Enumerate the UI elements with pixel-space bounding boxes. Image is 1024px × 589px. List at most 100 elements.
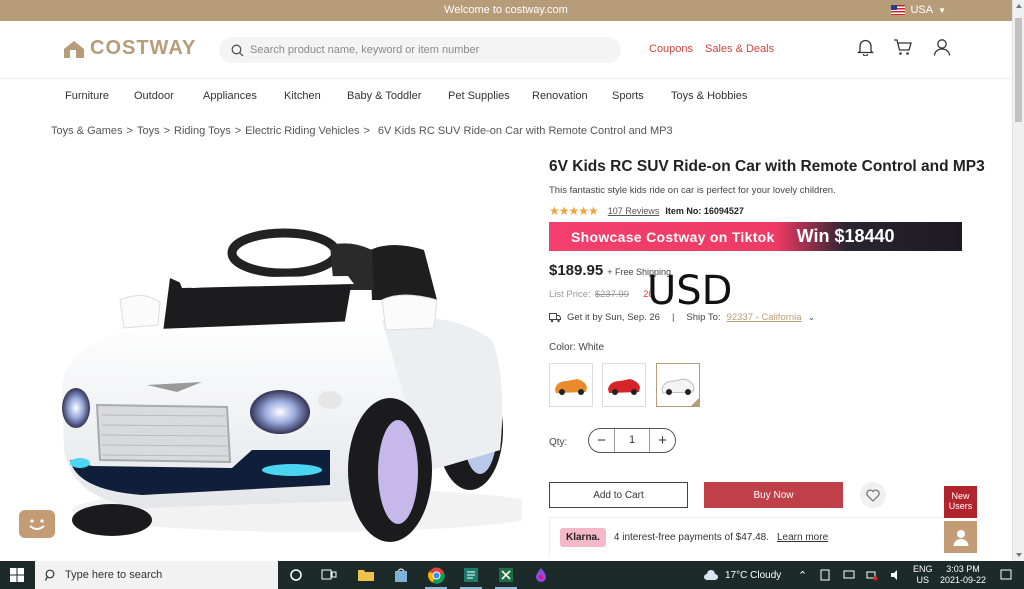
language-indicator[interactable]: ENG US	[913, 561, 933, 589]
nav-pet-supplies[interactable]: Pet Supplies	[448, 90, 510, 102]
logo-text: COSTWAY	[90, 37, 197, 59]
site-header: COSTWAY Coupons Sales & Deals	[0, 21, 1012, 79]
breadcrumb-toys-games[interactable]: Toys & Games	[51, 125, 123, 137]
breadcrumb-electric-riding-vehicles[interactable]: Electric Riding Vehicles	[245, 125, 359, 137]
volume-icon[interactable]	[890, 561, 902, 589]
file-explorer-icon[interactable]	[357, 566, 375, 584]
nav-furniture[interactable]: Furniture	[65, 90, 109, 102]
color-label: Color: White	[549, 342, 605, 353]
quantity-decrease-button[interactable]: −	[589, 429, 614, 452]
add-to-cart-button[interactable]: Add to Cart	[549, 482, 688, 508]
list-price-value: $237.99	[594, 289, 630, 300]
cloud-icon	[704, 569, 718, 580]
user-support-button[interactable]	[944, 521, 977, 553]
taskbar-search-box[interactable]: Type here to search	[35, 561, 278, 589]
nav-sports[interactable]: Sports	[612, 90, 644, 102]
currency-overlay-text: USD	[647, 268, 733, 314]
language-code: ENG	[913, 564, 933, 574]
store-icon[interactable]	[392, 566, 410, 584]
truck-icon	[549, 313, 561, 323]
new-users-line1: New	[951, 491, 970, 501]
windows-logo-icon	[10, 568, 24, 582]
nav-renovation[interactable]: Renovation	[532, 90, 588, 102]
scroll-down-arrow-icon[interactable]	[1016, 553, 1022, 557]
nav-appliances[interactable]: Appliances	[203, 90, 257, 102]
nav-kitchen[interactable]: Kitchen	[284, 90, 321, 102]
reviews-link[interactable]: 107 Reviews	[608, 206, 660, 216]
welcome-text: Welcome to costway.com	[444, 4, 568, 16]
breadcrumb-sep: >	[163, 125, 171, 137]
rating-row: ★★★★★ 107 Reviews Item No: 16094527	[549, 204, 744, 218]
sale-price: $189.95	[549, 262, 604, 279]
weather-text: 17°C Cloudy	[725, 569, 782, 581]
learn-more-link[interactable]: Learn more	[777, 532, 828, 543]
search-input[interactable]	[250, 44, 610, 56]
ride-on-car-image	[62, 228, 552, 542]
delivery-estimate: Get it by Sun, Sep. 26	[567, 312, 660, 323]
scroll-thumb[interactable]	[1015, 18, 1022, 122]
white-car-thumbnail	[661, 378, 695, 395]
nav-outdoor[interactable]: Outdoor	[134, 90, 174, 102]
monitor-icon[interactable]	[843, 561, 855, 589]
red-car-thumbnail	[608, 379, 640, 395]
network-icon[interactable]	[866, 561, 878, 589]
banner-right-text: Win $18440	[796, 226, 895, 246]
quantity-stepper: − 1 +	[588, 428, 676, 453]
product-main-image[interactable]	[52, 150, 552, 560]
clock[interactable]: 3:03 PM 2021-09-22	[940, 561, 986, 589]
tiktok-promo-banner[interactable]: Showcase Costway on Tiktok Win $18440	[549, 222, 962, 251]
search-bar[interactable]	[219, 37, 621, 63]
wishlist-button[interactable]	[860, 482, 886, 508]
coupons-link[interactable]: Coupons	[649, 43, 693, 55]
region-label: USA	[910, 4, 934, 16]
bell-icon[interactable]	[856, 38, 875, 61]
color-swatch-orange[interactable]	[549, 363, 593, 407]
weather-widget[interactable]: 17°C Cloudy	[703, 561, 781, 589]
ship-to-location-link[interactable]: 92337 - California	[727, 312, 802, 323]
language-region: US	[916, 575, 930, 585]
account-icon[interactable]	[933, 38, 951, 61]
nav-baby-toddler[interactable]: Baby & Toddler	[347, 90, 421, 102]
excel-icon[interactable]	[497, 566, 515, 584]
color-swatch-red[interactable]	[602, 363, 646, 407]
cortana-icon[interactable]	[287, 566, 305, 584]
ship-to-label: Ship To:	[686, 312, 721, 323]
notifications-icon[interactable]	[1000, 561, 1012, 589]
cart-icon[interactable]	[893, 38, 913, 61]
orange-car-thumbnail	[555, 379, 587, 395]
caret-down-icon: ▼	[938, 5, 946, 15]
chevron-down-icon[interactable]: ⌄	[808, 312, 816, 323]
chevron-up-icon[interactable]: ⌃	[798, 561, 807, 589]
scroll-up-arrow-icon[interactable]	[1016, 4, 1022, 8]
chrome-icon[interactable]	[427, 566, 445, 584]
costway-logo[interactable]: COSTWAY	[62, 37, 196, 60]
chat-widget-button[interactable]	[19, 510, 55, 538]
color-swatch-white[interactable]	[656, 363, 700, 407]
clock-time: 3:03 PM	[946, 564, 980, 574]
nav-toys-hobbies[interactable]: Toys & Hobbies	[671, 90, 747, 102]
search-icon[interactable]	[231, 44, 244, 57]
presentation-app-icon[interactable]	[462, 566, 480, 584]
new-users-line2: Users	[948, 501, 973, 511]
breadcrumb-sep: >	[234, 125, 242, 137]
breadcrumb-toys[interactable]: Toys	[137, 125, 160, 137]
paint-app-icon[interactable]	[532, 566, 550, 584]
task-view-icon[interactable]	[320, 566, 338, 584]
new-users-button[interactable]: New Users	[944, 486, 977, 518]
page-scrollbar[interactable]	[1012, 0, 1024, 561]
separator: |	[671, 312, 675, 323]
us-flag-icon	[891, 5, 906, 15]
breadcrumb-riding-toys[interactable]: Riding Toys	[174, 125, 231, 137]
breadcrumb: Toys & Games > Toys > Riding Toys > Elec…	[51, 125, 673, 137]
list-price-row: List Price: $237.99 20	[549, 289, 654, 300]
quantity-increase-button[interactable]: +	[650, 429, 675, 452]
buy-now-button[interactable]: Buy Now	[704, 482, 843, 508]
tablet-icon[interactable]	[820, 561, 830, 589]
quantity-value[interactable]: 1	[614, 429, 650, 452]
banner-left-text: Showcase Costway on Tiktok	[571, 228, 775, 245]
category-nav: Furniture Outdoor Appliances Kitchen Bab…	[0, 80, 1012, 112]
region-selector[interactable]: USA ▼	[891, 4, 946, 16]
sales-deals-link[interactable]: Sales & Deals	[705, 43, 774, 55]
search-icon	[45, 569, 55, 581]
start-button[interactable]	[0, 561, 34, 589]
